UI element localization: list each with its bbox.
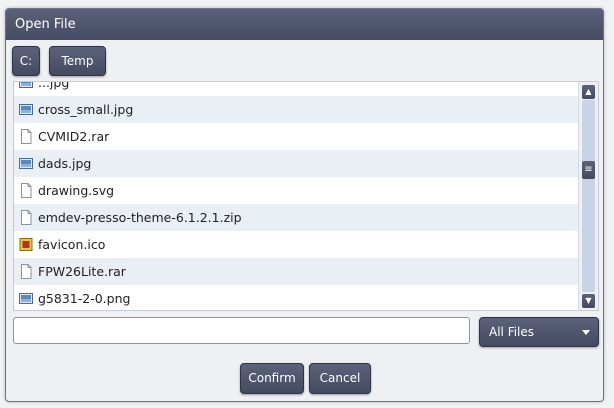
scrollbar-track[interactable]: ≡ — [582, 100, 595, 292]
file-name: cross_small.jpg — [38, 102, 134, 117]
image-file-icon — [19, 82, 33, 88]
file-row[interactable]: ...jpg — [14, 81, 579, 96]
image-file-icon — [19, 104, 33, 115]
file-row[interactable]: dads.jpg — [14, 150, 579, 177]
path-segment-drive[interactable]: C: — [12, 46, 40, 76]
file-name: favicon.ico — [38, 237, 106, 252]
file-row[interactable]: g5831-2-0.png — [14, 285, 579, 310]
path-segment-temp[interactable]: Temp — [49, 46, 106, 76]
file-name-input[interactable] — [13, 317, 470, 344]
file-list[interactable]: ...jpg cross_small.jpg CVMID2.rar dads.j… — [13, 81, 599, 311]
file-row[interactable]: emdev-presso-theme-6.1.2.1.zip — [14, 204, 579, 231]
confirm-button[interactable]: Confirm — [240, 363, 304, 394]
image-file-icon — [19, 293, 33, 304]
file-name: g5831-2-0.png — [38, 291, 131, 306]
file-row[interactable]: cross_small.jpg — [14, 96, 579, 123]
image-file-icon — [19, 158, 33, 169]
file-name: ...jpg — [38, 81, 70, 90]
file-name: CVMID2.rar — [38, 129, 110, 144]
document-file-icon — [21, 183, 32, 198]
document-file-icon — [21, 264, 32, 279]
arrow-up-icon[interactable]: ▲ — [582, 85, 595, 99]
file-type-selected: All Files — [489, 325, 535, 339]
open-file-dialog: Open File C: Temp ...jpg cross_small.jpg… — [5, 8, 604, 402]
arrow-down-icon[interactable]: ▼ — [582, 294, 595, 308]
file-row[interactable]: favicon.ico — [14, 231, 579, 258]
document-file-icon — [21, 210, 32, 225]
file-row[interactable]: CVMID2.rar — [14, 123, 579, 150]
dialog-title: Open File — [6, 9, 603, 40]
file-row[interactable]: FPW26Lite.rar — [14, 258, 579, 285]
scrollbar-thumb[interactable]: ≡ — [582, 161, 595, 179]
file-type-select[interactable]: All Files — [479, 317, 599, 347]
file-name: drawing.svg — [38, 183, 115, 198]
vertical-scrollbar[interactable]: ▲ ≡ ▼ — [578, 82, 598, 310]
chevron-down-icon — [582, 330, 590, 335]
cancel-button[interactable]: Cancel — [309, 363, 371, 394]
file-row[interactable]: drawing.svg — [14, 177, 579, 204]
file-name: emdev-presso-theme-6.1.2.1.zip — [38, 210, 242, 225]
file-name: FPW26Lite.rar — [38, 264, 126, 279]
document-file-icon — [21, 129, 32, 144]
favicon-file-icon — [19, 238, 33, 251]
file-name: dads.jpg — [38, 156, 92, 171]
